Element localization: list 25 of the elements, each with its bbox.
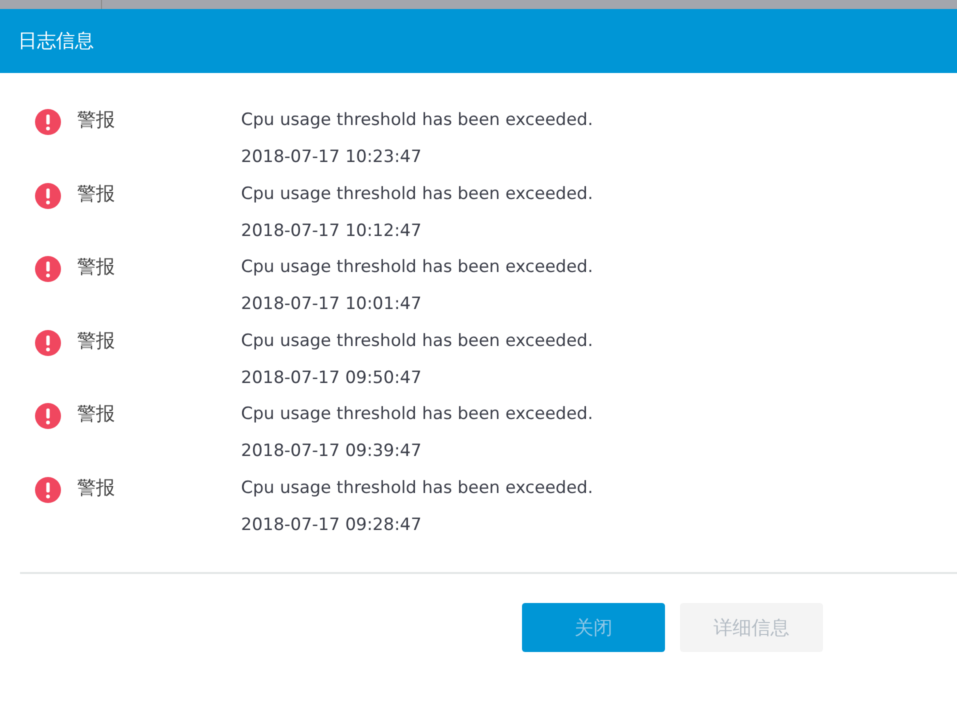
level-label: 警报 bbox=[77, 328, 116, 354]
level-label: 警报 bbox=[77, 402, 116, 427]
log-time: 2018-07-17 09:39:47 bbox=[241, 440, 423, 463]
log-time: 2018-07-17 10:01:47 bbox=[241, 293, 423, 316]
alert-icon bbox=[35, 256, 61, 282]
dialog-title: 日志信息 bbox=[18, 29, 94, 54]
log-message: Cpu usage threshold has been exceeded. bbox=[241, 330, 593, 352]
log-time: 2018-07-17 10:12:47 bbox=[241, 220, 423, 242]
level-label: 警报 bbox=[77, 108, 116, 133]
level-label: 警报 bbox=[77, 255, 116, 280]
alert-icon bbox=[35, 182, 61, 208]
log-message: Cpu usage threshold has been exceeded. bbox=[241, 182, 593, 206]
log-time: 2018-07-17 10:23:47 bbox=[241, 146, 423, 169]
alert-icon bbox=[35, 109, 61, 135]
alert-icon bbox=[35, 476, 61, 502]
alert-icon bbox=[35, 403, 61, 429]
log-message: Cpu usage threshold has been exceeded. bbox=[241, 256, 593, 279]
log-time: 2018-07-17 09:50:47 bbox=[241, 366, 423, 390]
level-label: 警报 bbox=[77, 182, 116, 206]
log-message: Cpu usage threshold has been exceeded. bbox=[241, 476, 593, 500]
log-message: Cpu usage threshold has been exceeded. bbox=[241, 403, 593, 426]
log-time: 2018-07-17 09:28:47 bbox=[241, 514, 423, 536]
log-message: Cpu usage threshold has been exceeded. bbox=[241, 109, 593, 132]
alert-icon bbox=[35, 330, 61, 356]
level-label: 警报 bbox=[77, 476, 116, 500]
